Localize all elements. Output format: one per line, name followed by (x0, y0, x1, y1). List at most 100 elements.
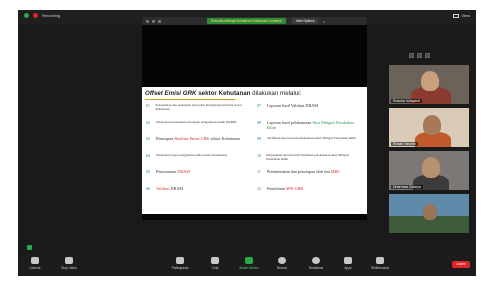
right-column: 07 Laporan hasil Validasi DRAM 08 Lapora… (257, 103, 363, 202)
item-highlight: Validasi (156, 185, 170, 191)
item-number: 10 (257, 152, 261, 158)
participant-gallery: Rosmia Indayanti Rohan Yasmin Dharmwa Za… (389, 53, 469, 251)
window-icon[interactable] (158, 19, 161, 23)
item-text: Penyusunan laporan hasil Verifikasi pela… (266, 152, 350, 161)
share-screen-button[interactable]: Share Screen (232, 257, 266, 270)
participant-tile[interactable] (389, 194, 469, 233)
slide-title-main: Offset Emisi GRK (145, 90, 197, 97)
item-text-a: Laporan hasil pelaksanaan (266, 119, 313, 125)
whiteboards-button[interactable]: Whiteboards (363, 257, 397, 270)
reactions-button[interactable]: Reactions (299, 257, 333, 270)
stop-video-button[interactable]: Stop Video (52, 257, 86, 270)
item-text: Pembentukan dan penetapan oleh tim MRV (267, 169, 340, 174)
title-underline (145, 99, 235, 100)
whiteboard-icon (376, 257, 384, 264)
recording-label: Recording (42, 13, 61, 18)
item-text-a: Penetapan (156, 136, 175, 141)
participant-tile[interactable]: Rosmia Indayanti (389, 65, 469, 104)
item-number: 02 (146, 119, 150, 125)
item-number: 11 (257, 169, 261, 174)
gallery-view-icon[interactable] (409, 53, 414, 58)
item-text: Verifikasi laporan hasil pelaksanaan Aks… (267, 136, 356, 140)
sharing-title: Pescaria sinkerja Kehutanan Kolaborasi L… (207, 18, 286, 24)
item-number: 08 (257, 119, 261, 125)
share-bar-icons (142, 19, 161, 23)
slide-title-sector: sektor Kehutanan (196, 90, 251, 97)
item-text: Penetapan persetujuan rancangan pengguna… (156, 119, 237, 124)
apps-button[interactable]: Apps (331, 257, 365, 270)
view-options-button[interactable]: View Options (291, 18, 319, 24)
participant-tile[interactable]: Dharmwa Zafarya (389, 151, 469, 190)
item-text: Penerbitan SPE-GRK (267, 186, 303, 191)
item-text: Penetapan Baseline Emisi GRK sektor Kehu… (156, 136, 240, 141)
record-label: Record (276, 266, 288, 270)
microphone-icon (31, 257, 39, 264)
security-shield-icon (24, 13, 29, 18)
person-face (421, 71, 439, 91)
item-number: 01 (146, 103, 150, 108)
item-text: Laporan hasil pelaksanaan Aksi Mitigasi … (267, 120, 363, 131)
list-item: 04 Penetapan target penggunaan emisi sek… (146, 153, 252, 170)
item-text: Validasi DRAM (156, 186, 183, 191)
item-highlight: MRV (330, 169, 341, 174)
participants-label: Participants (171, 266, 189, 270)
record-button[interactable]: Record (265, 257, 299, 270)
list-item: 01 Penyusunan dan penetapan peta jalan P… (146, 103, 252, 120)
participants-icon (176, 257, 184, 264)
list-item: 11 Pembentukan dan penetapan oleh tim MR… (257, 169, 363, 186)
list-item: 02 Penetapan persetujuan rancangan pengg… (146, 120, 252, 137)
left-column: 01 Penyusunan dan penetapan peta jalan P… (146, 103, 252, 202)
view-button[interactable]: View (453, 13, 470, 18)
item-text: Penyusunan dan penetapan peta jalan Perd… (155, 103, 243, 112)
item-number: 04 (146, 152, 150, 158)
list-item: 12 Penerbitan SPE-GRK (257, 186, 363, 203)
speaker-view-icon[interactable] (417, 53, 422, 58)
item-text: Penyusunan DRAM (156, 169, 190, 174)
camera-icon (65, 257, 73, 264)
item-text-a: Penerbitan (267, 185, 286, 191)
list-item: 06 Validasi DRAM (146, 186, 252, 203)
recording-indicator[interactable]: Recording (24, 13, 60, 18)
gallery-controls (409, 53, 430, 58)
meeting-controls: Unmute Stop Video Participants Chat Shar… (18, 255, 476, 276)
screen-share-bar: Pescaria sinkerja Kehutanan Kolaborasi L… (142, 17, 367, 25)
apps-label: Apps (344, 266, 352, 270)
person-face (423, 204, 437, 220)
list-item: 10 Penyusunan laporan hasil Verifikasi p… (257, 153, 363, 170)
participants-button[interactable]: Participants (163, 257, 197, 270)
item-number: 05 (146, 169, 150, 174)
item-text-b: sektor Kehutanan (209, 136, 240, 141)
item-text: Laporan hasil Validasi DRAM (267, 103, 318, 108)
item-number: 09 (257, 136, 261, 141)
participant-name: Rohan Yasmin (391, 142, 418, 146)
list-item: 08 Laporan hasil pelaksanaan Aksi Mitiga… (257, 120, 363, 137)
record-icon (278, 257, 286, 264)
chat-button[interactable]: Chat (198, 257, 232, 270)
slide-title-rest: dilakukan melalui: (250, 90, 302, 97)
window-icon[interactable] (146, 19, 149, 23)
person-face (423, 115, 441, 135)
leave-button[interactable]: Leave (452, 261, 470, 268)
chat-icon (211, 257, 219, 264)
item-number: 07 (257, 103, 261, 108)
share-screen-icon (245, 257, 253, 264)
unmute-label: Unmute (29, 266, 41, 270)
participant-name: Rosmia Indayanti (391, 99, 423, 103)
presentation-slide: Offset Emisi GRK sektor Kehutanan dilaku… (142, 87, 367, 214)
smiley-icon (312, 257, 320, 264)
list-item: 07 Laporan hasil Validasi DRAM (257, 103, 363, 120)
item-highlight: DRAM (177, 169, 190, 174)
item-number: 06 (146, 185, 150, 191)
close-icon[interactable]: × (322, 19, 324, 24)
participant-tile[interactable]: Rohan Yasmin (389, 108, 469, 147)
recording-dot-icon (33, 13, 38, 18)
chat-indicator-icon[interactable] (27, 245, 32, 250)
item-highlight: Baseline Emisi GRK (174, 136, 210, 141)
window-icon[interactable] (152, 19, 155, 23)
item-text-b: DRAM (169, 185, 184, 191)
item-number: 03 (146, 136, 150, 141)
unmute-button[interactable]: Unmute (18, 257, 52, 270)
whiteboards-label: Whiteboards (371, 266, 389, 270)
minimize-icon[interactable] (425, 53, 430, 58)
zoom-window: Recording View Offset Emisi GRK sektor K… (18, 10, 476, 276)
